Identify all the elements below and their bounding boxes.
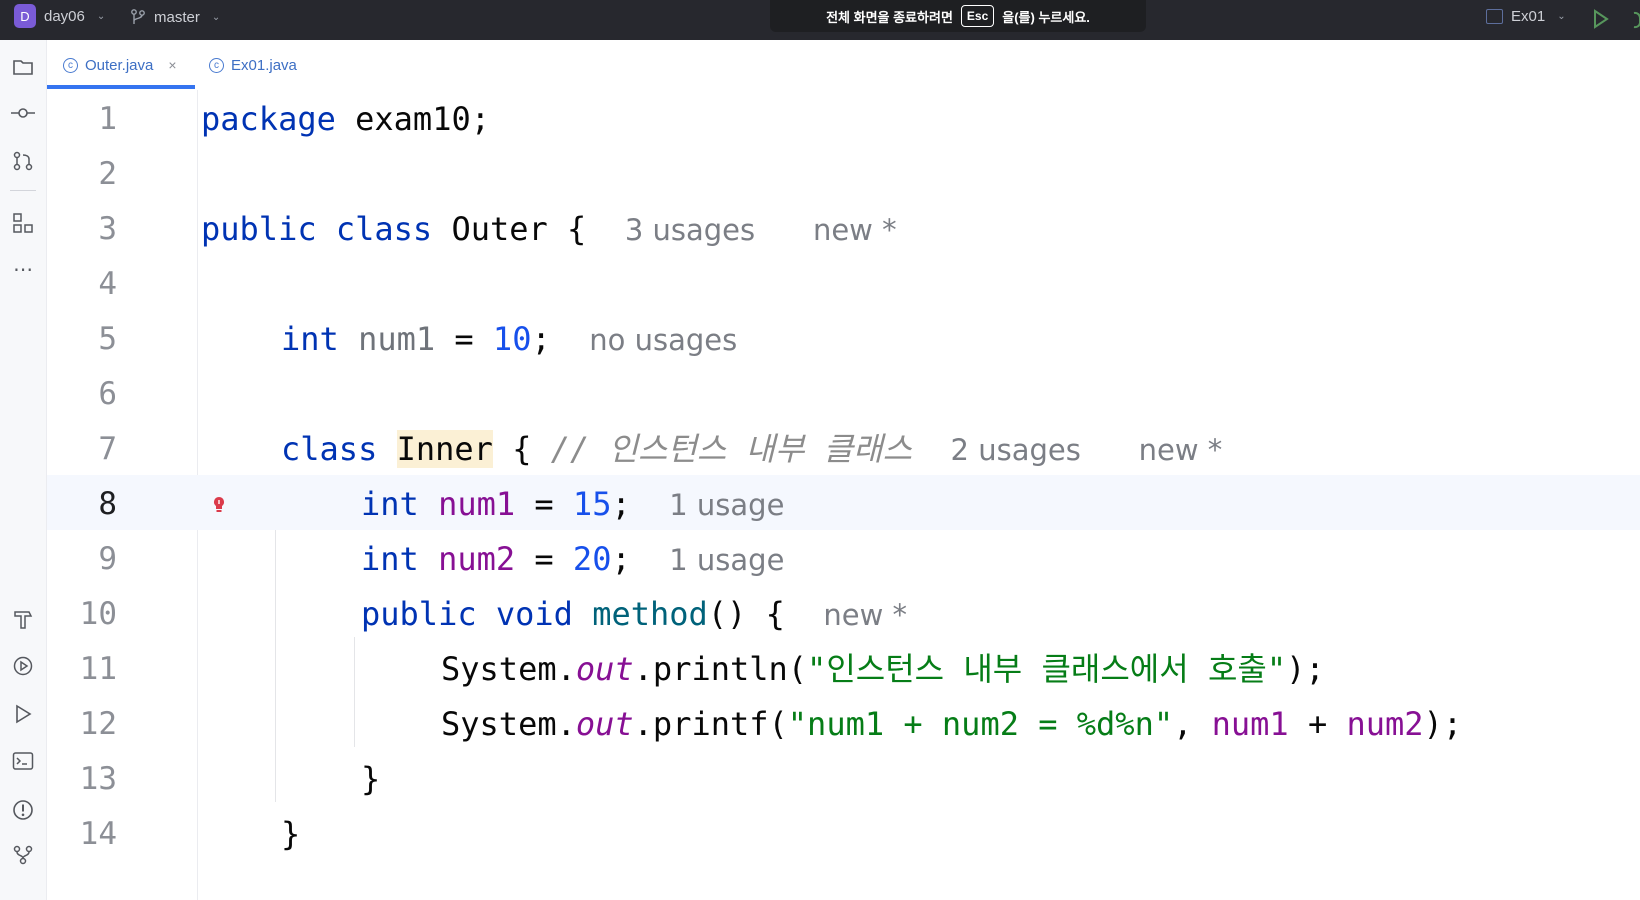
code-text: public class Outer { 3 usages new * <box>201 210 897 248</box>
editor-tab-bar: c Outer.java × c Ex01.java <box>47 40 1640 91</box>
line-number: 8 <box>98 486 117 522</box>
git-icon[interactable] <box>10 842 36 868</box>
line-number: 1 <box>98 101 117 137</box>
line-number: 2 <box>98 156 117 192</box>
code-line-2[interactable]: 2 <box>47 145 1640 200</box>
commit-icon[interactable] <box>10 100 36 126</box>
tool-separator <box>10 190 36 191</box>
line-number: 10 <box>79 596 117 632</box>
close-icon[interactable]: × <box>168 57 176 73</box>
fullscreen-banner: 전체 화면을 종료하려면 Esc 을(를) 누르세요. <box>770 0 1146 32</box>
line-number: 13 <box>79 761 117 797</box>
tab-label: Outer.java <box>85 56 154 74</box>
run-config-icon <box>1486 9 1503 24</box>
code-text: public void method() { new * <box>361 595 908 633</box>
run-icon[interactable] <box>10 701 36 727</box>
tab-label: Ex01.java <box>231 56 297 74</box>
chevron-down-icon: ⌄ <box>1557 11 1566 22</box>
title-bar: D day06 ⌄ master ⌄ 전체 화면을 종료하려면 Esc 을(를)… <box>0 0 1640 40</box>
code-line-14[interactable]: 14 } <box>47 805 1640 860</box>
project-name: day06 <box>44 7 85 25</box>
branch-icon <box>131 9 145 24</box>
tab-outer-java[interactable]: c Outer.java × <box>63 40 177 90</box>
code-text: } <box>361 760 381 798</box>
line-number: 6 <box>98 376 117 412</box>
code-line-13[interactable]: 13 } <box>47 750 1640 805</box>
code-text: int num2 = 20; 1 usage <box>361 540 785 578</box>
fullscreen-msg-before: 전체 화면을 종료하려면 <box>826 9 953 25</box>
line-number: 11 <box>79 651 117 687</box>
terminal-icon[interactable] <box>10 748 36 774</box>
more-icon[interactable]: ⋯ <box>10 256 36 282</box>
code-text: int num1 = 10; no usages <box>281 320 738 358</box>
code-line-11[interactable]: 11 System.out.println("인스턴스 내부 클래스에서 호출"… <box>47 640 1640 695</box>
line-number: 12 <box>79 706 117 742</box>
code-text: System.out.println("인스턴스 내부 클래스에서 호출"); <box>441 650 1325 688</box>
run-button-icon[interactable] <box>1592 9 1610 29</box>
code-line-3[interactable]: 3 public class Outer { 3 usages new * <box>47 200 1640 255</box>
problems-icon[interactable] <box>10 797 36 823</box>
code-line-7[interactable]: 7 class Inner { // 인스턴스 내부 클래스 2 usages … <box>47 420 1640 475</box>
project-badge: D <box>14 4 36 28</box>
usages-hint: no usages <box>589 323 738 357</box>
class-file-icon: c <box>209 57 224 73</box>
code-line-9[interactable]: 9 int num2 = 20; 1 usage <box>47 530 1640 585</box>
services-icon[interactable] <box>10 653 36 679</box>
branch-name: master <box>154 8 200 26</box>
code-text: int num1 = 15; 1 usage <box>361 485 785 523</box>
line-number: 14 <box>79 816 117 852</box>
run-config-selector[interactable]: Ex01 ⌄ <box>1486 8 1566 25</box>
project-selector[interactable]: D day06 ⌄ <box>14 4 105 28</box>
line-number: 5 <box>98 321 117 357</box>
author-hint: new * <box>812 213 897 247</box>
project-folder-icon[interactable] <box>10 54 36 80</box>
usages-hint: 2 usages <box>950 433 1081 467</box>
debug-icon[interactable] <box>1628 9 1640 29</box>
line-number: 7 <box>98 431 117 467</box>
esc-key: Esc <box>960 5 995 27</box>
code-line-8[interactable]: 8 int num1 = 15; 1 usage <box>47 475 1640 530</box>
code-line-4[interactable]: 4 <box>47 255 1640 310</box>
active-tab-indicator <box>47 85 195 89</box>
code-text: System.out.printf("num1 + num2 = %d%n", … <box>441 705 1463 743</box>
code-line-12[interactable]: 12 System.out.printf("num1 + num2 = %d%n… <box>47 695 1640 750</box>
code-line-1[interactable]: 1 package exam10; <box>47 90 1640 145</box>
code-line-10[interactable]: 10 public void method() { new * <box>47 585 1640 640</box>
code-line-5[interactable]: 5 int num1 = 10; no usages <box>47 310 1640 365</box>
chevron-down-icon: ⌄ <box>96 10 106 22</box>
fullscreen-msg-after: 을(를) 누르세요. <box>1002 9 1090 25</box>
code-text: } <box>281 815 301 853</box>
code-editor[interactable]: 1 package exam10; 2 3 public class Outer… <box>47 90 1640 900</box>
structure-icon[interactable] <box>10 210 36 236</box>
line-number: 3 <box>98 211 117 247</box>
run-config-name: Ex01 <box>1511 8 1546 25</box>
usages-hint: 1 usage <box>669 543 785 577</box>
chevron-down-icon: ⌄ <box>211 11 221 23</box>
code-line-6[interactable]: 6 <box>47 365 1640 420</box>
tab-ex01-java[interactable]: c Ex01.java <box>209 40 297 90</box>
code-text: package exam10; <box>201 100 490 138</box>
line-number: 9 <box>98 541 117 577</box>
usages-hint: 1 usage <box>669 488 785 522</box>
tool-window-strip: ⋯ <box>0 40 47 900</box>
usages-hint: 3 usages <box>624 213 756 247</box>
build-icon[interactable] <box>10 606 36 632</box>
intention-bulb-icon[interactable] <box>212 495 226 515</box>
branch-selector[interactable]: master ⌄ <box>130 8 220 26</box>
class-file-icon: c <box>63 57 78 73</box>
author-hint: new * <box>1138 433 1223 467</box>
code-text: class Inner { // 인스턴스 내부 클래스 2 usages ne… <box>281 430 1223 468</box>
line-number: 4 <box>98 266 117 302</box>
pull-requests-icon[interactable] <box>10 148 36 174</box>
author-hint: new * <box>823 598 908 632</box>
